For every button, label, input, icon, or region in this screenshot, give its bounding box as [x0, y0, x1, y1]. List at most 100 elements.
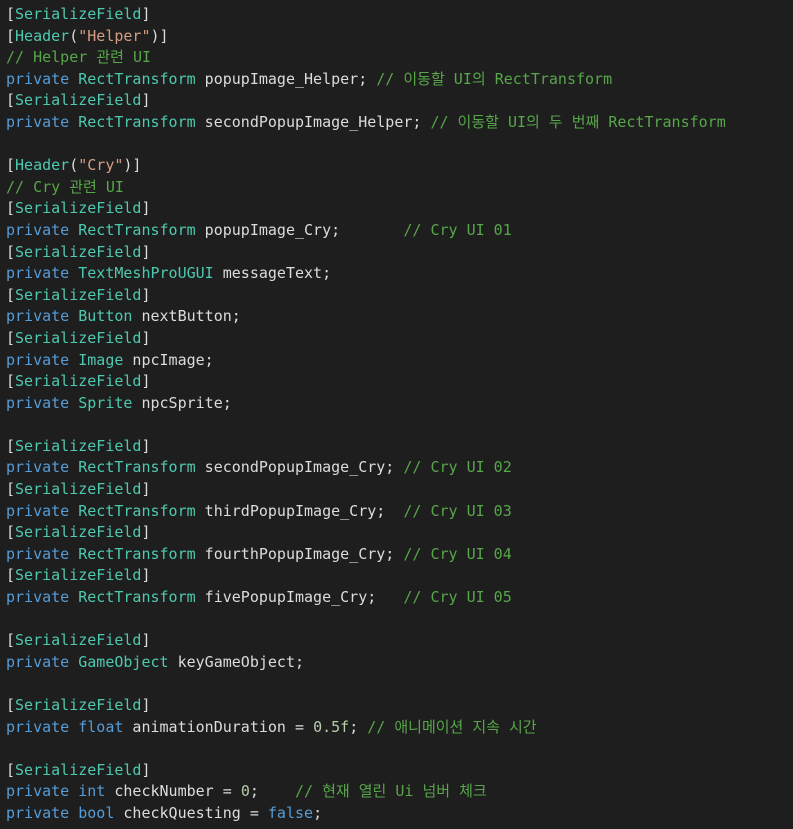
code-token: private [6, 458, 79, 477]
code-token: ] [141, 696, 151, 714]
code-token: private [6, 544, 79, 563]
code-token: private [6, 588, 79, 607]
code-token: SerializeField [15, 199, 142, 218]
code-line[interactable]: [SerializeField] [0, 479, 793, 501]
code-line[interactable]: // Helper 관련 UI [0, 47, 793, 69]
code-line[interactable]: [Header("Cry")] [0, 155, 793, 177]
code-token: ] [141, 285, 151, 304]
code-line[interactable]: private TextMeshProUGUI messageText; [0, 263, 793, 285]
code-token: ] [141, 631, 151, 650]
code-token: [ [6, 328, 16, 347]
code-line[interactable]: [SerializeField] [0, 90, 793, 112]
code-token: SerializeField [15, 523, 142, 542]
code-token: checkNumber = [105, 782, 241, 801]
code-line[interactable]: private RectTransform popupImage_Cry; //… [0, 220, 793, 242]
code-token: ; [249, 782, 295, 801]
code-token: ] [141, 566, 151, 585]
code-token: GameObject [78, 652, 169, 671]
code-editor[interactable]: [SerializeField] [Header("Helper")]// Hel… [0, 0, 793, 829]
code-token: [ [6, 372, 16, 391]
code-token: [ [6, 696, 16, 714]
code-token: // Cry UI 05 [403, 588, 512, 607]
code-line[interactable] [0, 609, 793, 631]
code-token: fivePopupImage_Cry; [195, 588, 404, 607]
code-line[interactable]: // Cry 관련 UI [0, 177, 793, 199]
code-token: private [6, 112, 79, 131]
code-token: RectTransform [78, 501, 196, 520]
code-line[interactable]: [Header("Helper")] [0, 26, 793, 48]
code-token: private [6, 652, 79, 671]
code-token: nextButton; [132, 307, 241, 326]
code-line[interactable]: private int checkNumber = 0; // 현재 열린 Ui… [0, 781, 793, 803]
code-line[interactable]: [SerializeField] [0, 695, 793, 717]
code-token: // Cry UI 02 [403, 458, 512, 477]
code-line[interactable]: [SerializeField] [0, 198, 793, 220]
code-token: private [6, 264, 79, 283]
code-line[interactable]: private GameObject keyGameObject; [0, 652, 793, 674]
code-line[interactable]: private Image npcImage; [0, 350, 793, 372]
code-token: int [78, 782, 106, 801]
code-line[interactable] [0, 414, 793, 436]
code-line[interactable]: [SerializeField] [0, 371, 793, 393]
code-token: secondPopupImage_Helper; [195, 112, 431, 131]
code-token: ] [141, 480, 151, 499]
code-token: npcSprite; [132, 393, 232, 412]
code-line[interactable]: private Sprite npcSprite; [0, 393, 793, 415]
code-token: )] [150, 26, 169, 45]
code-token: SerializeField [15, 328, 142, 347]
code-token: RectTransform [78, 544, 196, 563]
code-line[interactable]: [SerializeField] [0, 630, 793, 652]
code-token: RectTransform [78, 588, 196, 607]
code-token: SerializeField [15, 372, 142, 391]
code-token: ] [141, 199, 151, 218]
code-line[interactable]: private RectTransform secondPopupImage_C… [0, 457, 793, 479]
code-token: TextMeshProUGUI [78, 264, 214, 283]
code-line[interactable]: private Button nextButton; [0, 306, 793, 328]
code-token: animationDuration = [123, 717, 314, 736]
code-token: // Cry UI 04 [403, 544, 512, 563]
code-token: [ [6, 480, 16, 499]
code-line[interactable]: [SerializeField] [0, 4, 793, 26]
code-line[interactable]: private RectTransform thirdPopupImage_Cr… [0, 501, 793, 523]
code-line[interactable]: [SerializeField] [0, 328, 793, 350]
code-line[interactable]: [SerializeField] [0, 436, 793, 458]
code-token: [ [6, 760, 16, 779]
code-token: ] [141, 242, 151, 261]
code-line[interactable] [0, 673, 793, 695]
code-token: fourthPopupImage_Cry; [195, 544, 404, 563]
code-token: SerializeField [15, 696, 142, 714]
code-line[interactable] [0, 738, 793, 760]
code-line[interactable]: [SerializeField] [0, 242, 793, 264]
code-token: SerializeField [15, 760, 142, 779]
code-token: private [6, 717, 79, 736]
code-token: npcImage; [123, 350, 214, 369]
code-token: // Cry UI 03 [403, 501, 512, 520]
code-line[interactable]: private bool checkQuesting = false; [0, 803, 793, 825]
code-token: // 현재 열린 Ui 넘버 체크 [295, 782, 487, 801]
code-line[interactable]: private RectTransform secondPopupImage_H… [0, 112, 793, 134]
code-token: private [6, 220, 79, 239]
code-token: // Cry 관련 UI [6, 177, 124, 196]
code-token: [ [6, 242, 16, 261]
code-token: SerializeField [15, 285, 142, 304]
code-line[interactable]: [SerializeField] [0, 565, 793, 587]
code-line[interactable]: [SerializeField] [0, 285, 793, 307]
code-line[interactable]: private RectTransform fivePopupImage_Cry… [0, 587, 793, 609]
code-token: // Helper 관련 UI [6, 48, 152, 67]
code-token: SerializeField [15, 91, 142, 110]
code-token: Image [78, 350, 124, 369]
code-line[interactable]: private RectTransform fourthPopupImage_C… [0, 544, 793, 566]
code-token: // 애니메이션 지속 시간 [367, 717, 537, 736]
code-line[interactable]: [SerializeField] [0, 522, 793, 544]
code-token: ] [141, 328, 151, 347]
code-token: RectTransform [78, 220, 196, 239]
code-line[interactable]: private RectTransform popupImage_Helper;… [0, 69, 793, 91]
code-token: Header [15, 26, 70, 45]
code-line[interactable]: private float animationDuration = 0.5f; … [0, 717, 793, 739]
code-token: bool [78, 803, 115, 822]
code-token: [ [6, 285, 16, 304]
code-token: [ [6, 566, 16, 585]
code-line[interactable]: [SerializeField] [0, 760, 793, 782]
code-line[interactable] [0, 134, 793, 156]
code-token: SerializeField [15, 5, 142, 23]
